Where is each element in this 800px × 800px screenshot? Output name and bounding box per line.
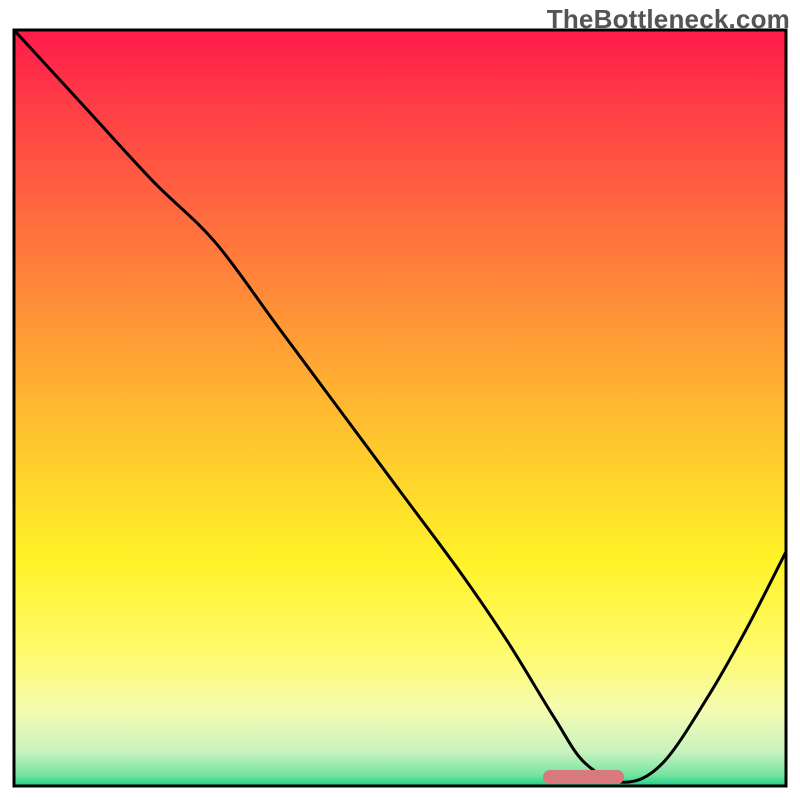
watermark-text: TheBottleneck.com — [547, 4, 790, 35]
chart-stage: TheBottleneck.com — [0, 0, 800, 800]
optimal-range-marker — [543, 770, 624, 784]
gradient-background — [14, 30, 786, 786]
bottleneck-chart — [0, 0, 800, 800]
